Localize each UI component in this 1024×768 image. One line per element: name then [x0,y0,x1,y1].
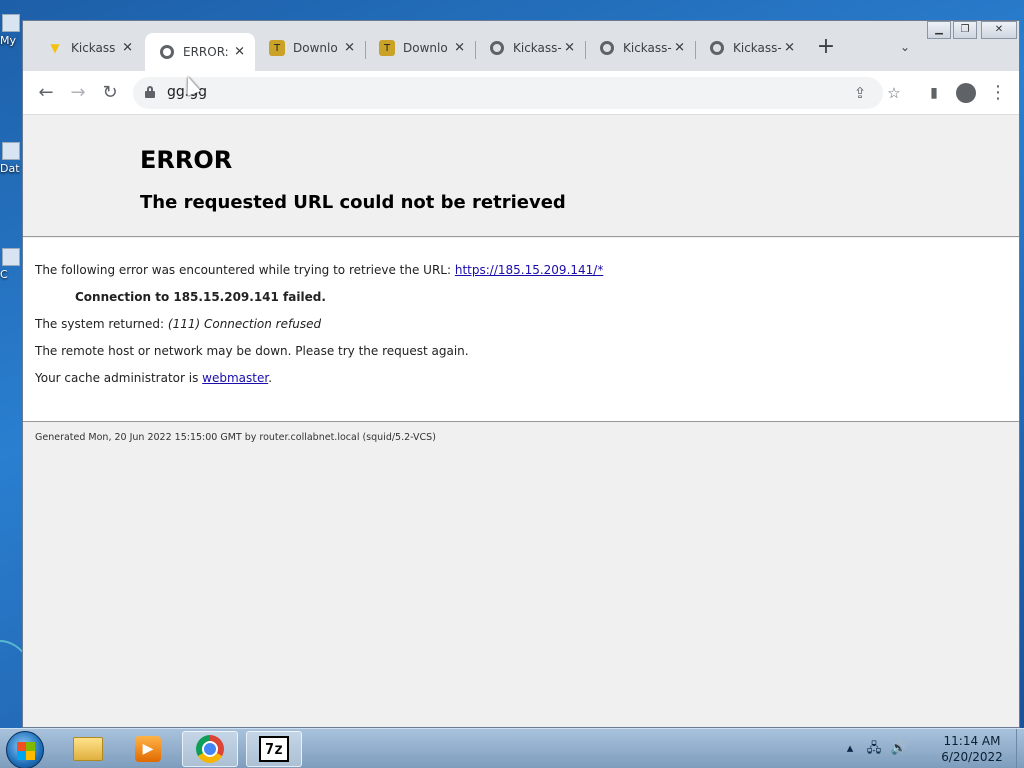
webmaster-link[interactable]: webmaster [202,371,268,385]
document-icon [2,142,20,160]
tab-title: Kickass- [513,41,562,55]
taskbar-explorer[interactable] [60,731,116,767]
tray-expand-icon[interactable]: ▴ [842,729,858,768]
volume-icon[interactable]: 🔊 [888,729,910,768]
folder-icon [73,737,103,761]
menu-icon[interactable]: ⋮ [985,80,1011,106]
chevron-down-icon[interactable]: ⌄ [895,37,915,57]
globe-icon [159,44,175,60]
bookmark-star-icon[interactable]: ☆ [883,82,905,104]
7zip-icon: 7z [259,736,289,762]
clock-date: 6/20/2022 [941,750,1003,764]
tab-kickass-3[interactable]: Kickass- ✕ [585,33,695,63]
chrome-icon [196,735,224,763]
close-icon[interactable]: ✕ [454,41,465,56]
error-header: ERROR The requested URL could not be ret… [23,116,1019,237]
page-content: ERROR The requested URL could not be ret… [23,116,1019,727]
tab-title: Downlo [403,41,448,55]
desktop-icon-label: My [0,34,17,47]
start-button[interactable] [6,731,44,768]
close-icon[interactable]: ✕ [674,41,685,56]
globe-icon [489,40,505,56]
taskbar-7zip[interactable]: 7z [246,731,302,767]
system-clock[interactable]: 11:14 AM 6/20/2022 [930,733,1014,765]
browser-toolbar: ← → ↻ gg.gg ⇪ ☆ ▮ ⋮ [23,71,1019,115]
torrent-icon: T [379,40,395,56]
error-line-admin: Your cache administrator is webmaster. [35,371,272,385]
error-connection-failed: Connection to 185.15.209.141 failed. [75,290,326,304]
tab-title: Downlo [293,41,338,55]
tab-title: Kickass- [623,41,672,55]
generated-footer: Generated Mon, 20 Jun 2022 15:15:00 GMT … [35,432,436,443]
close-icon[interactable]: ✕ [564,41,575,56]
error-line-url: The following error was encountered whil… [35,263,603,277]
error-line-prefix: Your cache administrator is [35,371,203,385]
taskbar-chrome[interactable] [182,731,238,767]
profile-icon[interactable] [953,80,979,106]
taskbar-media-player[interactable]: ▶ [120,731,176,767]
show-desktop-button[interactable] [1016,729,1024,768]
error-line-prefix: The following error was encountered whil… [35,263,455,277]
close-icon[interactable]: ✕ [234,45,245,60]
tab-download-2[interactable]: T Downlo ✕ [365,33,475,63]
desktop-icon-other[interactable]: C [0,248,22,281]
globe-icon [709,40,725,56]
error-line-remote: The remote host or network may be down. … [35,344,469,358]
lock-icon[interactable] [145,86,155,98]
desktop-icon-label: Dat [0,162,20,175]
error-line-system: The system returned: (111) Connection re… [35,317,321,331]
tab-title: Kickass [71,41,116,55]
network-icon[interactable]: 🖧 [864,729,884,768]
page-subtitle: The requested URL could not be retrieved [140,192,566,213]
tab-download-1[interactable]: T Downlo ✕ [255,33,365,63]
close-window-button[interactable]: ✕ [981,21,1017,39]
error-line-prefix: The system returned: [35,317,168,331]
browser-window: ▼ Kickass ✕ ERROR: ✕ T Downlo ✕ T Downlo… [22,20,1020,728]
tab-strip: ▼ Kickass ✕ ERROR: ✕ T Downlo ✕ T Downlo… [23,21,1019,71]
share-icon[interactable]: ⇪ [849,82,871,104]
close-icon[interactable]: ✕ [122,41,133,56]
desktop-icon-data[interactable]: Dat [0,142,22,175]
document-icon [2,248,20,266]
windows-logo-icon-lower [17,751,35,760]
tab-kickass-2[interactable]: Kickass- ✕ [475,33,585,63]
kickass-icon: ▼ [50,41,60,55]
back-button[interactable]: ← [33,80,59,106]
system-error-text: (111) Connection refused [167,317,322,331]
tab-kickass-1[interactable]: ▼ Kickass ✕ [33,33,143,63]
new-tab-button[interactable]: + [813,35,839,61]
tab-error[interactable]: ERROR: ✕ [145,33,255,71]
page-title: ERROR [140,146,233,174]
torrent-icon: T [269,40,285,56]
globe-icon [599,40,615,56]
forward-button[interactable]: → [65,80,91,106]
error-line-suffix: . [268,371,273,385]
tab-title: ERROR: [183,45,229,59]
restore-button[interactable]: ❐ [953,21,977,39]
clock-time: 11:14 AM [943,734,1001,748]
reload-button[interactable]: ↻ [97,80,123,106]
desktop-icon-my-computer[interactable]: My [0,14,22,47]
taskbar: ▶ 7z ▴ 🖧 🔊 11:14 AM 6/20/2022 [0,728,1024,768]
close-icon[interactable]: ✕ [784,41,795,56]
minimize-button[interactable]: ▁ [927,21,951,39]
side-panel-icon[interactable]: ▮ [921,80,947,106]
error-body: The following error was encountered whil… [23,238,1019,422]
computer-icon [2,14,20,32]
media-player-icon: ▶ [135,736,161,762]
close-icon[interactable]: ✕ [344,41,355,56]
desktop-icon-label: C [0,268,8,281]
address-bar[interactable]: gg.gg ⇪ ☆ [133,77,901,109]
error-url-link[interactable]: https://185.15.209.141/* [455,263,603,277]
tab-title: Kickass- [733,41,782,55]
tab-kickass-4[interactable]: Kickass- ✕ [695,33,805,63]
